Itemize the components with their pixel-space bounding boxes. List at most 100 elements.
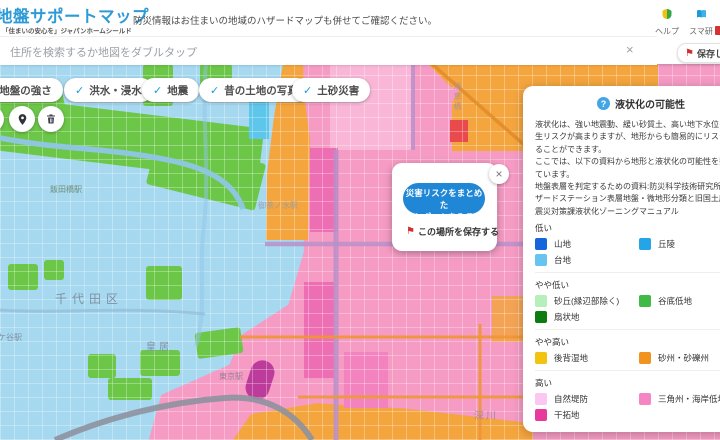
legend-row: 砂丘(縁辺部除く) 谷底低地 (535, 295, 720, 307)
legend-section-low: 低い (535, 222, 720, 234)
legend-swatch (535, 311, 547, 323)
legend-item: 丘陵 (639, 238, 720, 250)
legend-swatch (535, 393, 547, 405)
legend-section-high: 高い (535, 377, 720, 389)
legend-row: 後背湿地 砂州・砂礫州 (535, 352, 720, 364)
panel-title-row: ? 液状化の可能性 (597, 96, 720, 111)
legend-swatch (639, 295, 651, 307)
legend-row: 扇状地 (535, 311, 720, 323)
description-line: ここでは、以下の資料から地形と液状化の可能性を判定し (535, 156, 720, 168)
divider (535, 370, 720, 371)
flag-icon: ⚑ (406, 226, 415, 237)
filter-chip-landslide[interactable]: ✓ 土砂災害 (292, 78, 370, 102)
legend-swatch (639, 238, 651, 250)
clipped-nav-icon[interactable] (715, 26, 720, 35)
check-icon: ✓ (75, 84, 84, 97)
description-line: 震災対策課液状化ゾーニングマニュアル (535, 206, 720, 218)
legend-label: 谷底低地 (658, 295, 692, 307)
legend-label: 台地 (554, 254, 571, 266)
saved-addresses-label: 保存した住所 (697, 47, 720, 60)
book-icon (695, 8, 708, 20)
legend-item: 砂州・砂礫州 (639, 352, 720, 364)
legend-item: 三角州・海岸低地 (639, 393, 720, 405)
legend-item: 干拓地 (535, 409, 639, 421)
save-location-button[interactable]: ⚑ この場所を保存する (406, 225, 499, 238)
search-input[interactable]: 住所を検索するか地図をダブルタップ (10, 44, 197, 60)
saved-addresses-button[interactable]: ⚑ 保存した住所 (677, 43, 720, 63)
legend-row: 自然堤防 三角州・海岸低地 (535, 393, 720, 405)
search-clear-icon[interactable]: × (626, 42, 634, 57)
legend-item: 山地 (535, 238, 639, 250)
description-line: 液状化は、強い地震動、緩い砂質土、高い地下水位を条件に発 (535, 119, 720, 131)
filter-chip-ground-strength[interactable]: ✓ 地盤の強さ (0, 78, 63, 102)
legend-item: 砂丘(縁辺部除く) (535, 295, 639, 307)
sma-ken-button[interactable]: スマ研 (684, 7, 718, 37)
legend-label: 扇状地 (554, 311, 580, 323)
legend-label: 自然堤防 (554, 393, 588, 405)
divider (535, 329, 720, 330)
disaster-report-button[interactable]: 災害リスクをまとめた レポートをみる (403, 183, 485, 214)
app-logo-title[interactable]: 地盤サポートマップ (0, 3, 149, 27)
question-icon[interactable]: ? (597, 97, 610, 110)
legend-section-somewhat-high: やや高い (535, 336, 720, 348)
legend-item: 後背湿地 (535, 352, 639, 364)
filter-chip-label: 地盤の強さ (0, 83, 52, 98)
beginner-mark-icon (661, 8, 673, 20)
filter-chip-label: 洪水・浸水 (89, 83, 142, 98)
filter-chip-flood[interactable]: ✓ 洪水・浸水 (64, 78, 153, 102)
legend-item: 自然堤防 (535, 393, 639, 405)
legend-label: 砂州・砂礫州 (658, 352, 709, 364)
filter-chip-label: 昔の土地の写真 (224, 83, 298, 98)
filter-chip-earthquake[interactable]: ✓ 地震 (142, 78, 199, 102)
description-line: 地盤表層を判定するための資料:防災科学技術研究所 地盤ハ (535, 181, 720, 193)
check-icon: ✓ (153, 84, 162, 97)
legend-label: 砂丘(縁辺部除く) (554, 295, 619, 307)
check-icon: ✓ (303, 84, 312, 97)
legend-label: 三角州・海岸低地 (658, 393, 720, 405)
legend-swatch (639, 393, 651, 405)
popup-close-icon[interactable]: × (489, 164, 509, 184)
header-notice-text: 防災情報はお住まいの地域のハザードマップも併せてご確認ください。 (133, 13, 437, 27)
filter-chip-label: 地震 (167, 83, 188, 98)
search-bar[interactable]: 住所を検索するか地図をダブルタップ × (0, 36, 657, 65)
panel-description: 液状化は、強い地震動、緩い砂質土、高い地下水位を条件に発 生リスクが高まりますが… (535, 119, 720, 218)
map-popup: × 災害リスクをまとめた レポートをみる ⚑ この場所を保存する (392, 163, 497, 251)
check-icon: ✓ (210, 84, 219, 97)
description-line: 生リスクが高まりますが、地形からも簡易的にリスクを想定す (535, 131, 720, 143)
legend-swatch (535, 409, 547, 421)
legend-label: 後背湿地 (554, 352, 588, 364)
legend-swatch (535, 254, 547, 266)
legend-row: 山地 丘陵 (535, 238, 720, 250)
legend-item: 扇状地 (535, 311, 639, 323)
delete-pins-button[interactable] (38, 106, 64, 132)
legend-swatch (535, 295, 547, 307)
legend-item: 台地 (535, 254, 639, 266)
legend-label: 山地 (554, 238, 571, 250)
description-line: ザードステーション表層地盤・微地形分類と旧国土庁 防災 (535, 193, 720, 205)
legend-section-somewhat-low: やや低い (535, 279, 720, 291)
save-location-label: この場所を保存する (418, 225, 499, 238)
filter-chip-label: 土砂災害 (317, 83, 359, 98)
flag-icon: ⚑ (685, 48, 694, 59)
legend-row: 台地 (535, 254, 720, 266)
divider (535, 272, 720, 273)
description-line: ています。 (535, 169, 720, 181)
app-logo-subtitle: 「住まいの安心を」ジャパンホームシールド (2, 25, 132, 35)
liquefaction-panel: ? 液状化の可能性 液状化は、強い地震動、緩い砂質土、高い地下水位を条件に発 生… (523, 86, 720, 432)
legend-swatch (639, 352, 651, 364)
locate-button[interactable] (9, 106, 35, 132)
location-pin-icon (16, 113, 29, 126)
legend-swatch (535, 238, 547, 250)
trash-icon (45, 113, 57, 125)
legend-swatch (535, 352, 547, 364)
legend-label: 丘陵 (658, 238, 675, 250)
legend-item: 谷底低地 (639, 295, 720, 307)
report-button-line1: 災害リスクをまとめた (403, 187, 485, 211)
legend-label: 干拓地 (554, 409, 580, 421)
legend-row: 干拓地 (535, 409, 720, 421)
help-button[interactable]: ヘルプ (650, 7, 684, 37)
description-line: ることができます。 (535, 144, 720, 156)
app-header: 地盤サポートマップ 「住まいの安心を」ジャパンホームシールド 防災情報はお住まい… (0, 0, 720, 64)
report-button-line2: レポートをみる (403, 211, 485, 223)
panel-title: 液状化の可能性 (615, 96, 685, 111)
